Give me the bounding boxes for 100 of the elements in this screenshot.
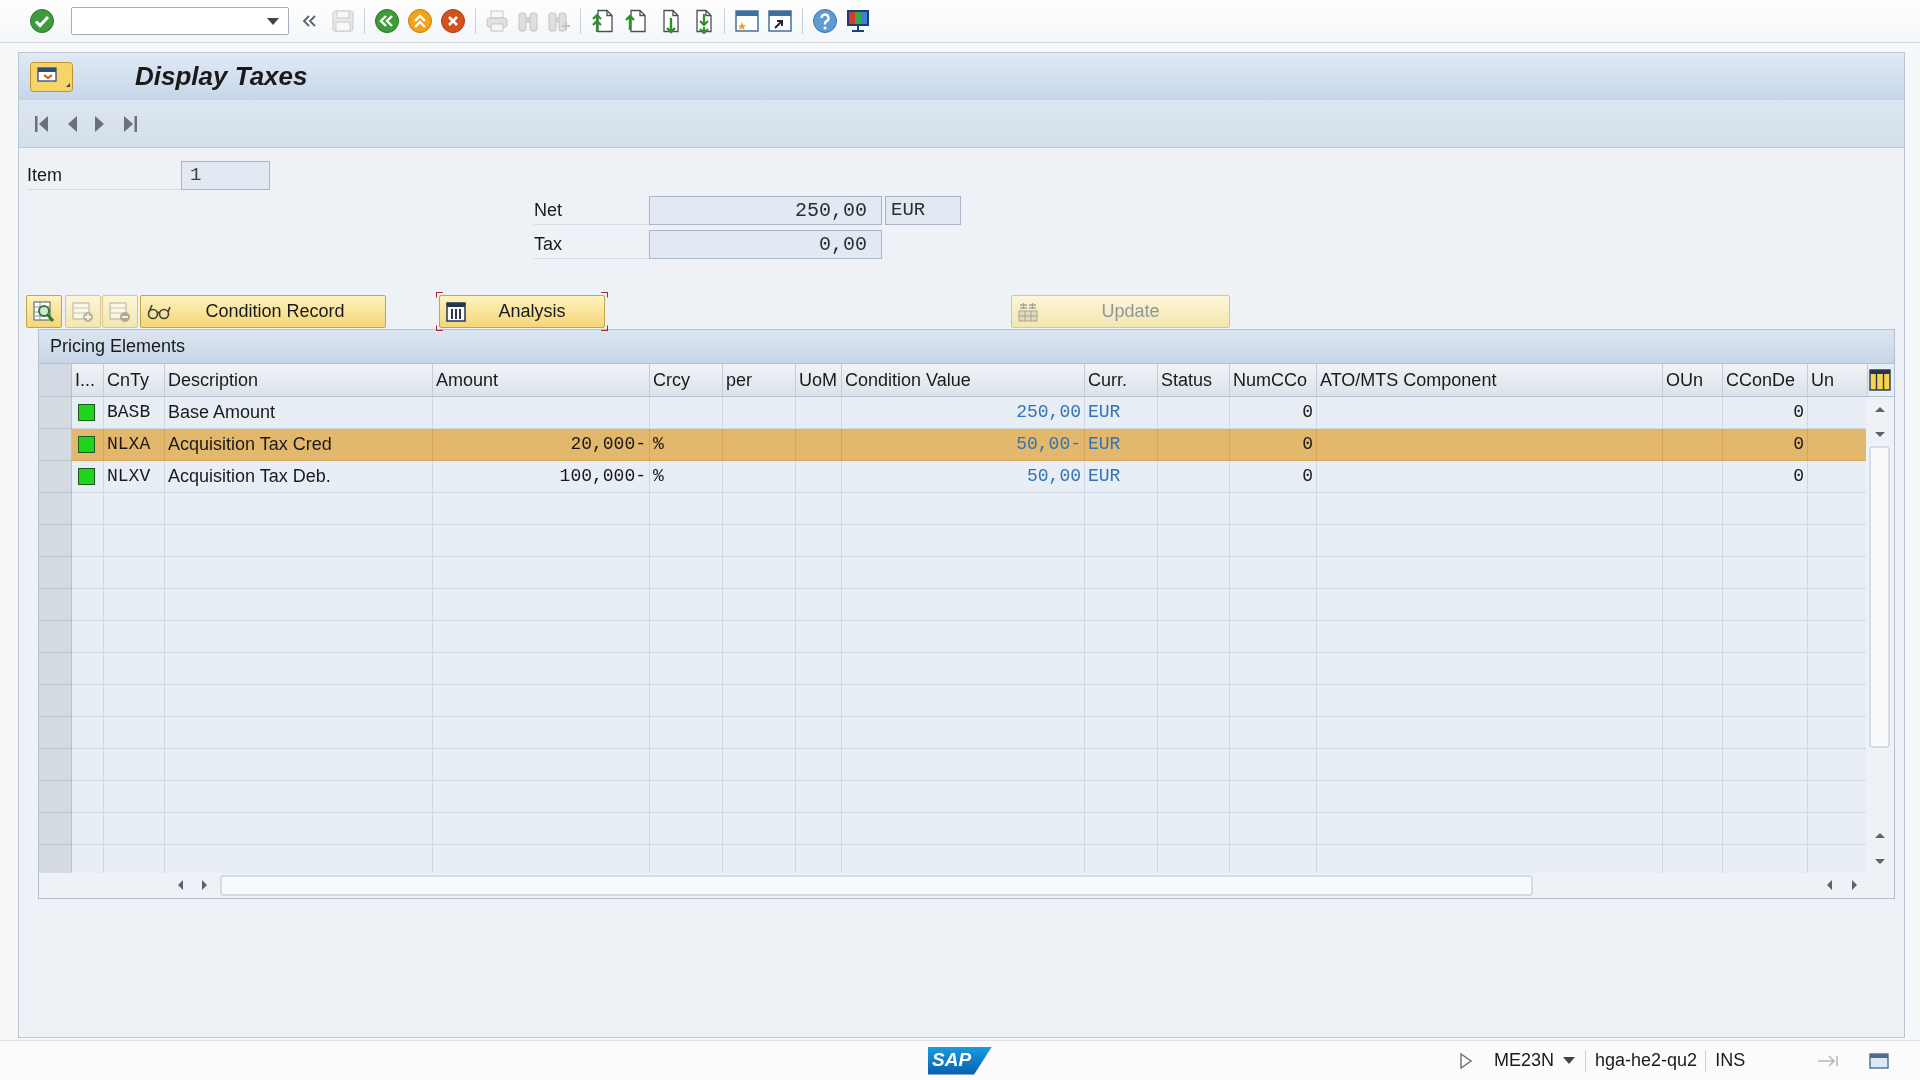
transaction-code[interactable]: ME23N (1494, 1047, 1555, 1074)
magnifier-grid-icon (33, 300, 55, 323)
row-selector[interactable] (39, 621, 72, 653)
skip-forward-icon[interactable] (123, 114, 137, 133)
circle-chevrons-up-icon[interactable] (407, 8, 433, 34)
table-cell-text: 20,000- (570, 433, 646, 456)
column-header[interactable]: Un (1808, 364, 1868, 396)
column-header[interactable]: Description (165, 364, 433, 396)
table-cell-text: 0 (1302, 401, 1313, 424)
table-cell-text: EUR (1088, 401, 1121, 424)
circle-check-icon[interactable] (29, 8, 55, 34)
server-name: hga-he2-qu2 (1595, 1049, 1698, 1072)
column-header[interactable]: CnTy (104, 364, 165, 396)
glasses-icon (147, 302, 171, 321)
column-header[interactable]: Curr. (1085, 364, 1158, 396)
close-icon[interactable] (440, 8, 466, 34)
table-grid-icon (1018, 301, 1038, 322)
circle-chevrons-left-icon[interactable] (374, 8, 400, 34)
row-selector[interactable] (39, 525, 72, 557)
table-cell-text: BASB (107, 401, 151, 424)
amount-field: 250,00 (649, 196, 882, 225)
window-tile-icon[interactable] (30, 61, 73, 92)
row-selector[interactable] (39, 397, 72, 429)
select-all-cell[interactable] (39, 364, 72, 396)
play-triangle-icon[interactable] (1460, 1052, 1472, 1069)
column-settings-icon[interactable] (1869, 369, 1891, 391)
table-cell-text: 100,000- (559, 465, 646, 488)
table-cell-text: EUR (1088, 465, 1121, 488)
analysis-button[interactable]: Analysis (439, 295, 605, 328)
table-row[interactable]: NLXA Acquisition Tax Cred 20,000- % 50,00- EUR 0 0 (72, 429, 1868, 461)
monitor-icon[interactable] (845, 8, 871, 34)
row-selector[interactable] (39, 685, 72, 717)
help-icon[interactable] (812, 8, 838, 34)
column-header[interactable]: UoM (796, 364, 842, 396)
currency-field: EUR (885, 196, 961, 225)
caret-down-icon[interactable] (1563, 1056, 1576, 1065)
table-cell-text: EUR (1088, 433, 1121, 456)
details-button[interactable] (26, 295, 62, 328)
status-square-icon (78, 404, 95, 421)
brand-logo: SAP (928, 1046, 992, 1075)
table-cell-text: 50,00 (1027, 465, 1081, 488)
column-header[interactable]: I... (72, 364, 104, 396)
table-cell-text: 0 (1793, 433, 1804, 456)
page-arrow-up-icon[interactable] (623, 8, 649, 34)
row-selector[interactable] (39, 717, 72, 749)
table-cell-text: NLXA (107, 433, 151, 456)
status-square-icon (78, 436, 95, 453)
skip-back-icon[interactable] (35, 114, 49, 133)
double-chevron-left-icon[interactable] (301, 13, 317, 29)
table-cell-text: 0 (1302, 465, 1313, 488)
table-cell-text: NLXV (107, 465, 151, 488)
columns-icon (446, 301, 466, 322)
row-selector[interactable] (39, 749, 72, 781)
table-cell-text: Acquisition Tax Cred (168, 433, 332, 456)
row-selector[interactable] (39, 781, 72, 813)
column-header[interactable]: CConDe (1723, 364, 1808, 396)
row-selector[interactable] (39, 845, 72, 873)
table-cell-text: % (653, 433, 664, 456)
table-cell-text: Acquisition Tax Deb. (168, 465, 331, 488)
rows-minus-icon (109, 300, 131, 323)
command-field[interactable] (71, 7, 289, 35)
insert-mode: INS (1715, 1049, 1746, 1072)
row-selector[interactable] (39, 461, 72, 493)
column-header[interactable]: Condition Value (842, 364, 1085, 396)
row-selector[interactable] (39, 429, 72, 461)
rows-plus-icon (72, 300, 94, 323)
window-icon[interactable] (1869, 1052, 1890, 1069)
column-header[interactable]: NumCCo (1230, 364, 1317, 396)
item-field: 1 (181, 161, 270, 190)
column-header[interactable]: Status (1158, 364, 1230, 396)
row-selector[interactable] (39, 653, 72, 685)
table-cell-text: 0 (1793, 465, 1804, 488)
table-row[interactable]: NLXV Acquisition Tax Deb. 100,000- % 50,00 EUR 0 0 (72, 461, 1868, 493)
table-title: Pricing Elements (39, 330, 1894, 364)
row-selector[interactable] (39, 557, 72, 589)
horizontal-scrollbar[interactable] (39, 873, 1894, 898)
row-selector[interactable] (39, 493, 72, 525)
row-selector[interactable] (39, 589, 72, 621)
row-selector[interactable] (39, 813, 72, 845)
table-cell-text: 0 (1302, 433, 1313, 456)
column-header[interactable]: Crcy (650, 364, 723, 396)
triangle-right-icon[interactable] (95, 114, 105, 133)
column-header[interactable]: OUn (1663, 364, 1723, 396)
arrow-to-line-icon (1817, 1054, 1840, 1067)
table-cell-text: % (653, 465, 664, 488)
screen-title: Display Taxes (135, 60, 308, 93)
vertical-scrollbar[interactable] (1866, 397, 1894, 873)
dropdown-caret-icon[interactable] (267, 17, 279, 25)
column-header[interactable]: ATO/MTS Component (1317, 364, 1663, 396)
table-cell-text: 50,00- (1016, 433, 1081, 456)
amount-field: 0,00 (649, 230, 882, 259)
window-sparkle-icon[interactable] (734, 8, 760, 34)
table-cell-text: 0 (1793, 401, 1804, 424)
column-header[interactable]: per (723, 364, 796, 396)
condition-record-button[interactable]: Condition Record (140, 295, 386, 328)
table-cell-text: 250,00 (1016, 401, 1081, 424)
triangle-left-icon[interactable] (67, 114, 77, 133)
page-double-arrow-up-icon[interactable] (590, 8, 616, 34)
column-header[interactable]: Amount (433, 364, 650, 396)
table-row[interactable]: BASB Base Amount 250,00 EUR 0 0 (72, 397, 1868, 429)
